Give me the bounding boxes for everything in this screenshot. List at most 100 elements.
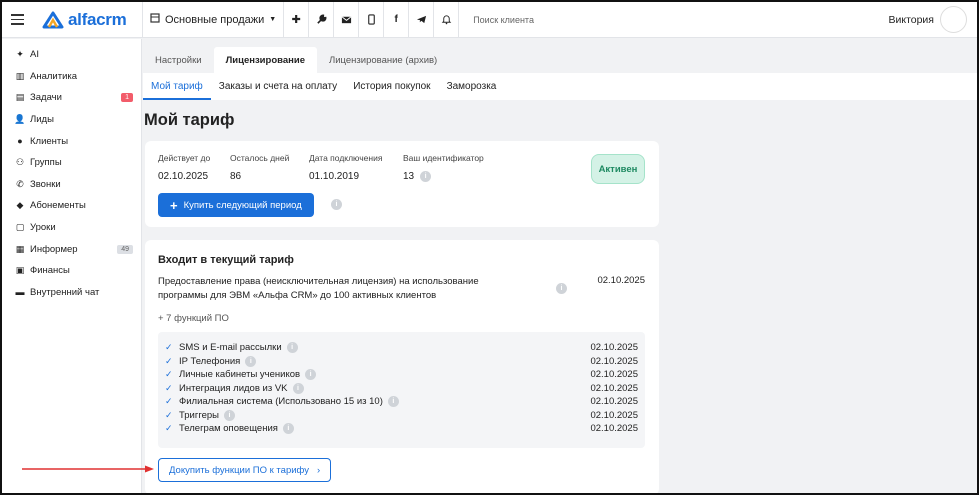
info-icon[interactable]: i <box>420 171 432 182</box>
logo-text: alfacrm <box>68 9 127 29</box>
plus-icon: + <box>170 197 178 213</box>
list-item: ✓ SMS и E-mail рассылки i 02.10.2025 <box>165 342 638 354</box>
info-icon[interactable]: i <box>556 283 567 294</box>
info-icon[interactable]: i <box>223 409 235 421</box>
info-icon[interactable]: i <box>245 355 257 367</box>
buy-next-period-button[interactable]: + Купить следующий период <box>158 193 314 217</box>
finance-icon: ▣ <box>15 265 25 276</box>
top-bar: alfacrm Основные продажи ▼ ✚ f Поиск кли… <box>2 2 977 38</box>
list-item: ✓ Триггеры i 02.10.2025 <box>165 409 638 421</box>
info-icon[interactable]: i <box>282 423 294 435</box>
tab-settings[interactable]: Настройки <box>143 47 214 73</box>
tab-licensing-archive[interactable]: Лицензирование (архив) <box>317 47 449 73</box>
wrench-icon[interactable] <box>309 2 333 38</box>
connection-date: Дата подключения 01.10.2019 <box>309 153 383 182</box>
license-description: Предоставление права (неисключительная л… <box>158 276 479 301</box>
calendar-icon: ▢ <box>15 222 25 233</box>
sidebar-item-tasks[interactable]: ▤ Задачи 1 <box>2 87 141 109</box>
buy-addon-functions-button[interactable]: Докупить функции ПО к тарифу › <box>158 458 332 482</box>
check-icon: ✓ <box>165 355 173 366</box>
sidebar-item-analytics[interactable]: ▥ Аналитика <box>2 66 141 88</box>
sidebar-item-clients[interactable]: ● Клиенты <box>2 130 141 152</box>
tab-orders-invoices[interactable]: Заказы и счета на оплату <box>211 73 345 100</box>
list-item: ✓ IP Телефония i 02.10.2025 <box>165 355 638 367</box>
info-icon[interactable]: i <box>292 382 304 394</box>
check-icon: ✓ <box>165 396 173 407</box>
avatar[interactable] <box>940 6 967 33</box>
included-card: Входит в текущий тариф Предоставление пр… <box>145 240 659 493</box>
sidebar-item-informer[interactable]: ▦ Информер 49 <box>2 238 141 260</box>
tab-licensing[interactable]: Лицензирование <box>213 47 317 73</box>
sidebar: ✦ AI ▥ Аналитика ▤ Задачи 1 👤 Лиды ● Кли… <box>2 39 142 493</box>
chevron-right-icon: › <box>317 464 321 476</box>
sub-tabs: Мой тариф Заказы и счета на оплату Истор… <box>143 73 977 100</box>
tab-purchase-history[interactable]: История покупок <box>345 73 438 100</box>
sidebar-item-subscriptions[interactable]: ◆ Абонементы <box>2 195 141 217</box>
groups-icon: ⚇ <box>15 157 25 168</box>
phone-icon[interactable] <box>359 2 383 38</box>
sidebar-item-ai[interactable]: ✦ AI <box>2 44 141 66</box>
list-item: ✓ Личные кабинеты учеников i 02.10.2025 <box>165 369 638 381</box>
sidebar-item-groups[interactable]: ⚇ Группы <box>2 152 141 174</box>
sidebar-item-finance[interactable]: ▣ Финансы <box>2 260 141 282</box>
logo[interactable]: alfacrm <box>42 2 142 38</box>
mail-icon[interactable] <box>334 2 358 38</box>
functions-list: ✓ SMS и E-mail рассылки i 02.10.2025 ✓ IP… <box>158 332 645 448</box>
check-icon: ✓ <box>165 409 173 420</box>
bell-icon[interactable] <box>434 2 458 38</box>
branch-selector[interactable]: Основные продажи ▼ <box>143 2 283 38</box>
phone-icon: ✆ <box>16 178 24 189</box>
branch-label: Основные продажи <box>165 13 265 26</box>
days-left: Осталось дней 86 <box>230 153 290 182</box>
tab-freeze[interactable]: Заморозка <box>439 73 505 100</box>
chevron-down-icon: ▼ <box>269 16 277 23</box>
informer-icon: ▦ <box>15 243 25 254</box>
user-name: Виктория <box>888 13 934 26</box>
info-icon[interactable]: i <box>286 342 298 354</box>
sidebar-item-chat[interactable]: ▬ Внутренний чат <box>2 282 141 304</box>
search-input[interactable]: Поиск клиента <box>459 2 888 38</box>
branch-icon <box>150 13 160 26</box>
tariff-card: Действует до 02.10.2025 Осталось дней 86… <box>145 141 659 227</box>
list-item: ✓ Интеграция лидов из VK i 02.10.2025 <box>165 382 638 394</box>
check-icon: ✓ <box>165 369 173 380</box>
analytics-icon: ▥ <box>15 70 25 81</box>
sparkle-icon: ✦ <box>16 49 24 60</box>
chat-icon: ▬ <box>15 287 25 298</box>
sidebar-item-lessons[interactable]: ▢ Уроки <box>2 217 141 239</box>
list-item: ✓ Филиальная система (Использовано 15 из… <box>165 396 638 408</box>
plus-icon[interactable]: ✚ <box>284 2 308 38</box>
check-icon: ✓ <box>165 342 173 353</box>
included-title: Входит в текущий тариф <box>158 254 294 266</box>
info-icon[interactable]: i <box>387 396 399 408</box>
tasks-icon: ▤ <box>15 92 25 103</box>
facebook-icon[interactable]: f <box>384 2 408 38</box>
license-date: 02.10.2025 <box>597 275 645 286</box>
top-tabs: Настройки Лицензирование Лицензирование … <box>143 47 449 73</box>
info-icon[interactable]: i <box>305 369 317 381</box>
menu-icon[interactable] <box>2 2 32 38</box>
client-icon: ● <box>17 136 23 147</box>
account-id: Ваш идентификатор 13 i <box>403 153 484 182</box>
info-icon[interactable]: i <box>331 199 342 210</box>
check-icon: ✓ <box>165 423 173 434</box>
tariff-info: Действует до 02.10.2025 Осталось дней 86… <box>158 153 484 182</box>
list-item: ✓ Телеграм оповещения i 02.10.2025 <box>165 423 638 435</box>
tasks-count-badge: 1 <box>121 93 133 103</box>
telegram-icon[interactable] <box>409 2 433 38</box>
valid-until: Действует до 02.10.2025 <box>158 153 211 182</box>
account-id-value: 13 <box>403 171 415 182</box>
sidebar-item-calls[interactable]: ✆ Звонки <box>2 174 141 196</box>
leads-icon: 👤 <box>14 114 26 125</box>
informer-count-badge: 49 <box>117 244 133 254</box>
logo-icon <box>42 11 64 28</box>
tab-my-tariff[interactable]: Мой тариф <box>143 73 211 100</box>
status-badge: Активен <box>591 154 645 184</box>
annotation-arrow-icon <box>22 465 154 473</box>
main-content: Настройки Лицензирование Лицензирование … <box>143 39 977 493</box>
sidebar-item-leads[interactable]: 👤 Лиды <box>2 109 141 131</box>
functions-toggle-link[interactable]: + 7 функций ПО <box>158 313 229 324</box>
app-window: alfacrm Основные продажи ▼ ✚ f Поиск кли… <box>0 0 979 495</box>
check-icon: ✓ <box>165 382 173 393</box>
user-menu[interactable]: Виктория <box>888 2 977 38</box>
